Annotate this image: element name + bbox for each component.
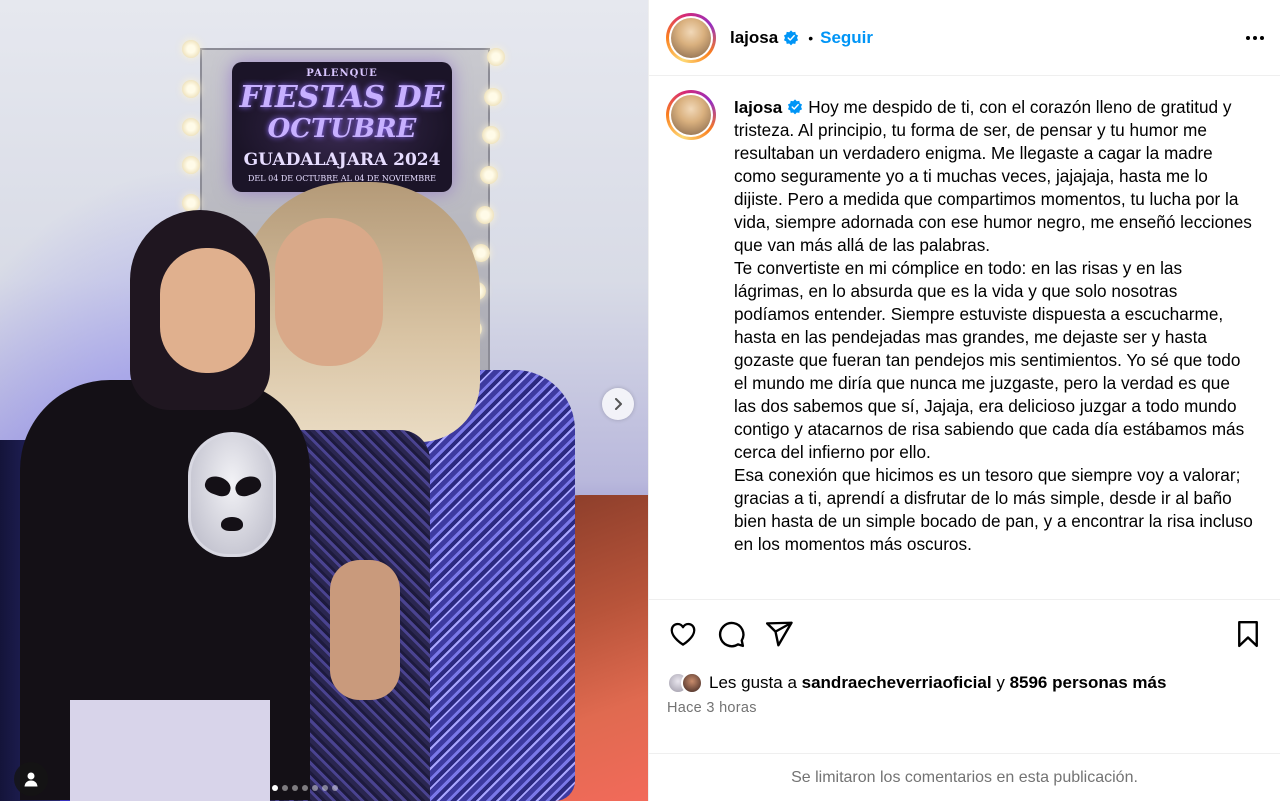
mirror-bulb xyxy=(476,206,494,224)
carousel-next-button[interactable] xyxy=(602,388,634,420)
likes-joiner: y xyxy=(996,673,1005,692)
save-button[interactable] xyxy=(1232,618,1264,650)
shirt-mask-graphic xyxy=(188,432,276,557)
follow-button[interactable]: Seguir xyxy=(820,28,873,48)
liker-avatar xyxy=(681,672,703,694)
paper-plane-icon xyxy=(765,621,793,647)
caption-username[interactable]: lajosa xyxy=(734,98,782,117)
caption-paragraph: Esa conexión que hicimos es un tesoro qu… xyxy=(734,465,1253,554)
sign-text-line4: GUADALAJARA 2024 xyxy=(243,150,441,170)
mirror-bulb xyxy=(480,166,498,184)
likes-prefix: Les gusta a xyxy=(709,673,797,692)
comments-limited-notice: Se limitaron los comentarios en esta pub… xyxy=(649,753,1280,801)
mask-mouth xyxy=(221,517,243,531)
photo-person-face xyxy=(160,248,255,373)
more-options-button[interactable] xyxy=(1240,30,1264,46)
author-username[interactable]: lajosa xyxy=(730,28,778,48)
carousel-dot xyxy=(292,785,298,791)
post-timestamp[interactable]: Hace 3 horas xyxy=(649,700,1280,716)
caption-paragraph: Hoy me despido de ti, con el corazón lle… xyxy=(734,97,1252,255)
verified-badge-icon xyxy=(784,29,799,45)
carousel-dot xyxy=(322,785,328,791)
mirror-bulb xyxy=(182,40,200,58)
mirror-bulb xyxy=(487,48,505,66)
carousel-dot xyxy=(272,785,278,791)
mirror-bulb xyxy=(182,118,200,136)
mask-eye xyxy=(202,473,234,499)
post-actions xyxy=(649,600,1280,668)
post-photo[interactable]: PALENQUE FIESTAS DE OCTUBRE GUADALAJARA … xyxy=(0,0,648,801)
mirror-bulb xyxy=(482,126,500,144)
liker-username[interactable]: sandraecheverriaoficial xyxy=(802,673,992,692)
photo-person-arm xyxy=(330,560,400,700)
sign-text-line2: FIESTAS DE xyxy=(239,80,445,115)
photo-person-shorts xyxy=(70,700,270,801)
caption-author-avatar[interactable] xyxy=(666,90,716,140)
carousel-indicator xyxy=(272,785,338,791)
carousel-dot xyxy=(302,785,308,791)
post-sidebar: lajosa • Seguir lajosa Hoy me despido de … xyxy=(648,0,1280,801)
heart-icon xyxy=(670,622,696,646)
bookmark-icon xyxy=(1238,620,1258,648)
caption-text: lajosa Hoy me despido de ti, con el coraz… xyxy=(734,96,1254,599)
share-button[interactable] xyxy=(763,618,795,650)
likes-summary[interactable]: Les gusta a sandraecheverriaoficial y 85… xyxy=(649,668,1280,698)
sign-text-line3: OCTUBRE xyxy=(267,114,417,144)
mask-eye xyxy=(232,473,264,499)
author-avatar[interactable] xyxy=(666,12,716,63)
sign-text-line1: PALENQUE xyxy=(306,68,378,79)
instagram-post-modal: PALENQUE FIESTAS DE OCTUBRE GUADALAJARA … xyxy=(0,0,1280,801)
mirror-bulb xyxy=(484,88,502,106)
carousel-dot xyxy=(332,785,338,791)
more-dots-icon xyxy=(1246,35,1250,40)
carousel-dot xyxy=(312,785,318,791)
chevron-right-icon xyxy=(615,398,622,410)
carousel-dot xyxy=(282,785,288,791)
verified-badge-icon xyxy=(788,99,803,115)
comment-icon xyxy=(718,621,745,648)
post-header: lajosa • Seguir xyxy=(649,0,1280,76)
tagged-users-button[interactable] xyxy=(14,762,48,796)
mirror-bulb xyxy=(182,80,200,98)
photo-person-face xyxy=(275,218,383,366)
header-separator: • xyxy=(808,29,814,46)
likes-text: Les gusta a sandraecheverriaoficial y 85… xyxy=(709,673,1166,693)
caption-paragraph: Te convertiste en mi cómplice en todo: e… xyxy=(734,258,1245,462)
like-button[interactable] xyxy=(667,618,699,650)
comment-button[interactable] xyxy=(715,618,747,650)
user-tag-icon xyxy=(24,772,38,787)
likes-count[interactable]: 8596 personas más xyxy=(1010,673,1167,692)
caption-section: lajosa Hoy me despido de ti, con el coraz… xyxy=(649,76,1280,600)
mirror-bulb xyxy=(182,156,200,174)
